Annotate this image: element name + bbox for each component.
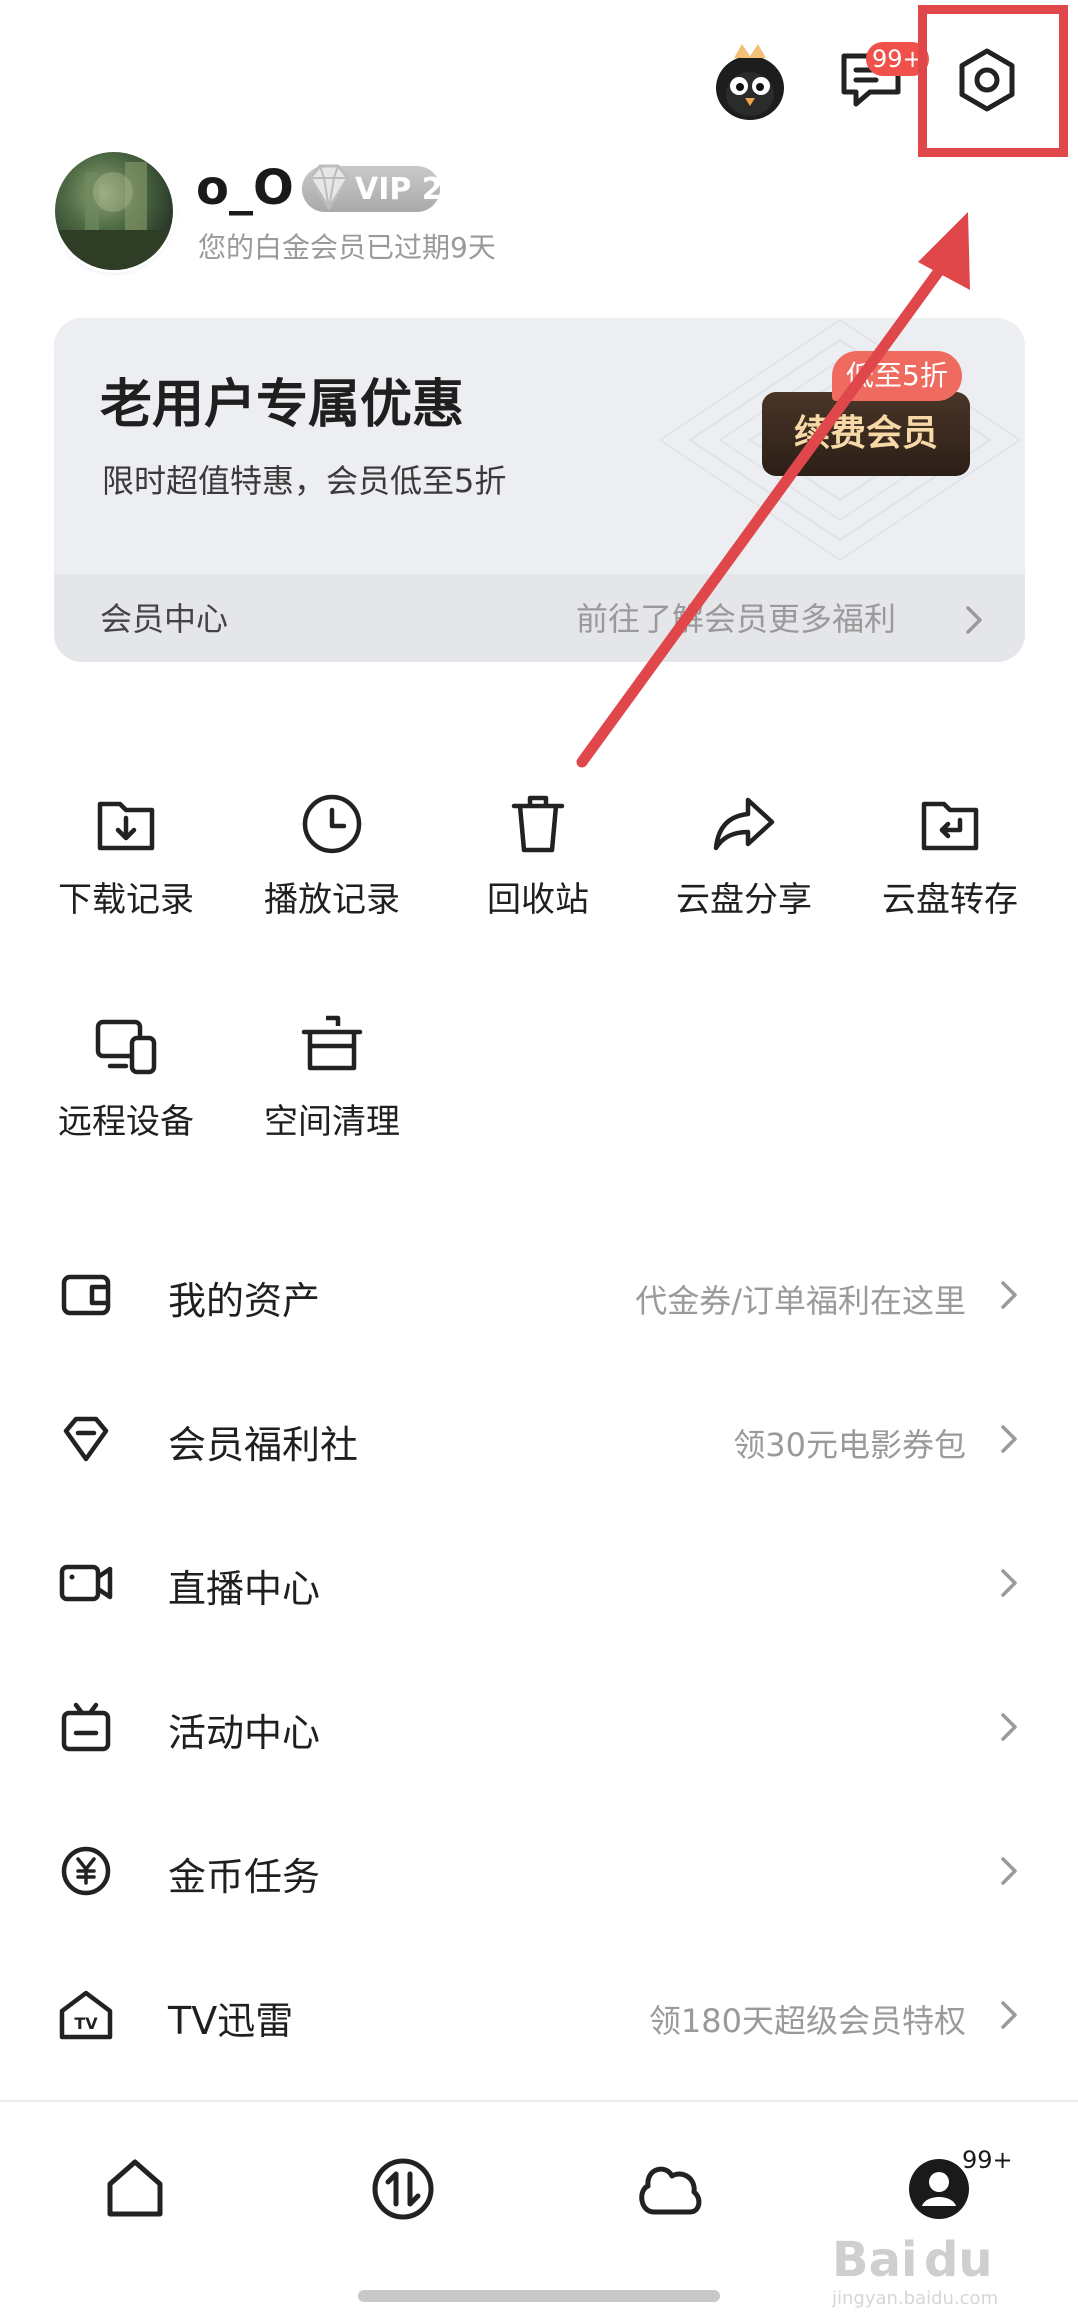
renew-membership-button[interactable]: 续费会员	[762, 392, 970, 476]
list-item-my-assets[interactable]: 我的资产 代金券/订单福利在这里	[0, 1230, 1078, 1360]
clock-icon	[302, 794, 362, 854]
grid-item-remote-devices[interactable]: 远程设备	[41, 1012, 211, 1152]
transfer-icon[interactable]	[368, 2154, 438, 2224]
grid-label: 云盘转存	[882, 880, 1018, 920]
vip-label: VIP 2	[355, 172, 443, 207]
profile-badge: 99+	[962, 2146, 1013, 2174]
devices-icon	[95, 1019, 157, 1075]
gem-icon	[63, 1416, 109, 1462]
grid-item-recycle-bin[interactable]: 回收站	[453, 790, 623, 930]
mascot-avatar-icon[interactable]	[712, 36, 788, 122]
list-item-member-welfare[interactable]: 会员福利社 领30元电影券包	[0, 1374, 1078, 1504]
grid-item-cloud-share[interactable]: 云盘分享	[659, 790, 829, 930]
grid-item-space-cleanup[interactable]: 空间清理	[247, 1012, 417, 1152]
trash-icon	[511, 795, 565, 853]
chevron-right-icon	[966, 606, 982, 634]
promo-title: 老用户专属优惠	[100, 375, 465, 435]
list-subtitle: 领30元电影券包	[733, 1426, 966, 1464]
chevron-right-icon	[1001, 1569, 1017, 1597]
list-item-activity-center[interactable]: 活动中心	[0, 1662, 1078, 1792]
list-label: 直播中心	[168, 1567, 321, 1611]
folder-return-icon	[921, 801, 979, 851]
grid-item-download-history[interactable]: 下载记录	[41, 790, 211, 930]
nav-divider	[0, 2100, 1078, 2102]
svg-text:Bai: Bai	[832, 2232, 917, 2288]
chevron-right-icon	[1001, 1713, 1017, 1741]
grid-label: 空间清理	[264, 1102, 400, 1142]
coin-icon	[61, 1846, 111, 1896]
list-label: TV迅雷	[168, 1999, 294, 2043]
cloud-icon[interactable]	[636, 2154, 706, 2224]
cleanup-pot-icon	[301, 1015, 363, 1071]
grid-label: 下载记录	[58, 880, 194, 920]
download-folder-icon	[97, 801, 155, 851]
member-benefits-link[interactable]: 前往了解会员更多福利	[576, 594, 896, 640]
video-icon	[59, 1564, 113, 1602]
home-indicator[interactable]	[358, 2290, 720, 2302]
share-icon	[713, 797, 775, 851]
avatar[interactable]	[55, 152, 173, 270]
list-subtitle: 领180天超级会员特权	[648, 2002, 966, 2040]
chevron-right-icon	[1001, 2001, 1017, 2029]
list-subtitle: 代金券/订单福利在这里	[635, 1282, 966, 1320]
diamond-icon	[308, 164, 350, 211]
tv-house-icon: TV	[59, 1990, 113, 2040]
grid-label: 回收站	[487, 880, 589, 920]
username: o_O	[196, 160, 294, 216]
svg-text:TV: TV	[74, 2014, 98, 2033]
grid-item-play-history[interactable]: 播放记录	[247, 790, 417, 930]
promo-subtitle: 限时超值特惠，会员低至5折	[102, 462, 507, 500]
list-label: 会员福利社	[168, 1423, 359, 1467]
grid-item-cloud-save[interactable]: 云盘转存	[865, 790, 1035, 930]
highlight-annotation-box	[918, 5, 1068, 157]
svg-text:du: du	[924, 2232, 993, 2288]
discount-badge: 低至5折	[832, 351, 962, 401]
chevron-right-icon	[1001, 1857, 1017, 1885]
tv-box-icon	[61, 1702, 111, 1752]
wallet-icon	[61, 1274, 111, 1316]
list-label: 我的资产	[168, 1279, 321, 1323]
grid-label: 远程设备	[58, 1102, 194, 1142]
svg-text:jingyan.baidu.com: jingyan.baidu.com	[831, 2288, 998, 2309]
list-label: 金币任务	[168, 1855, 321, 1899]
baidu-watermark-logo: Bai du jingyan.baidu.com	[831, 2232, 998, 2309]
list-label: 活动中心	[168, 1711, 321, 1755]
grid-label: 播放记录	[264, 880, 400, 920]
list-item-coin-tasks[interactable]: 金币任务	[0, 1806, 1078, 1936]
member-center-label[interactable]: 会员中心	[100, 594, 228, 640]
chevron-right-icon	[1001, 1425, 1017, 1453]
grid-label: 云盘分享	[676, 880, 812, 920]
home-icon[interactable]	[100, 2154, 170, 2224]
chevron-right-icon	[1001, 1281, 1017, 1309]
list-item-tv-xunlei[interactable]: TV TV迅雷 领180天超级会员特权	[0, 1950, 1078, 2080]
list-item-live-center[interactable]: 直播中心	[0, 1518, 1078, 1648]
membership-status: 您的白金会员已过期9天	[198, 231, 496, 264]
